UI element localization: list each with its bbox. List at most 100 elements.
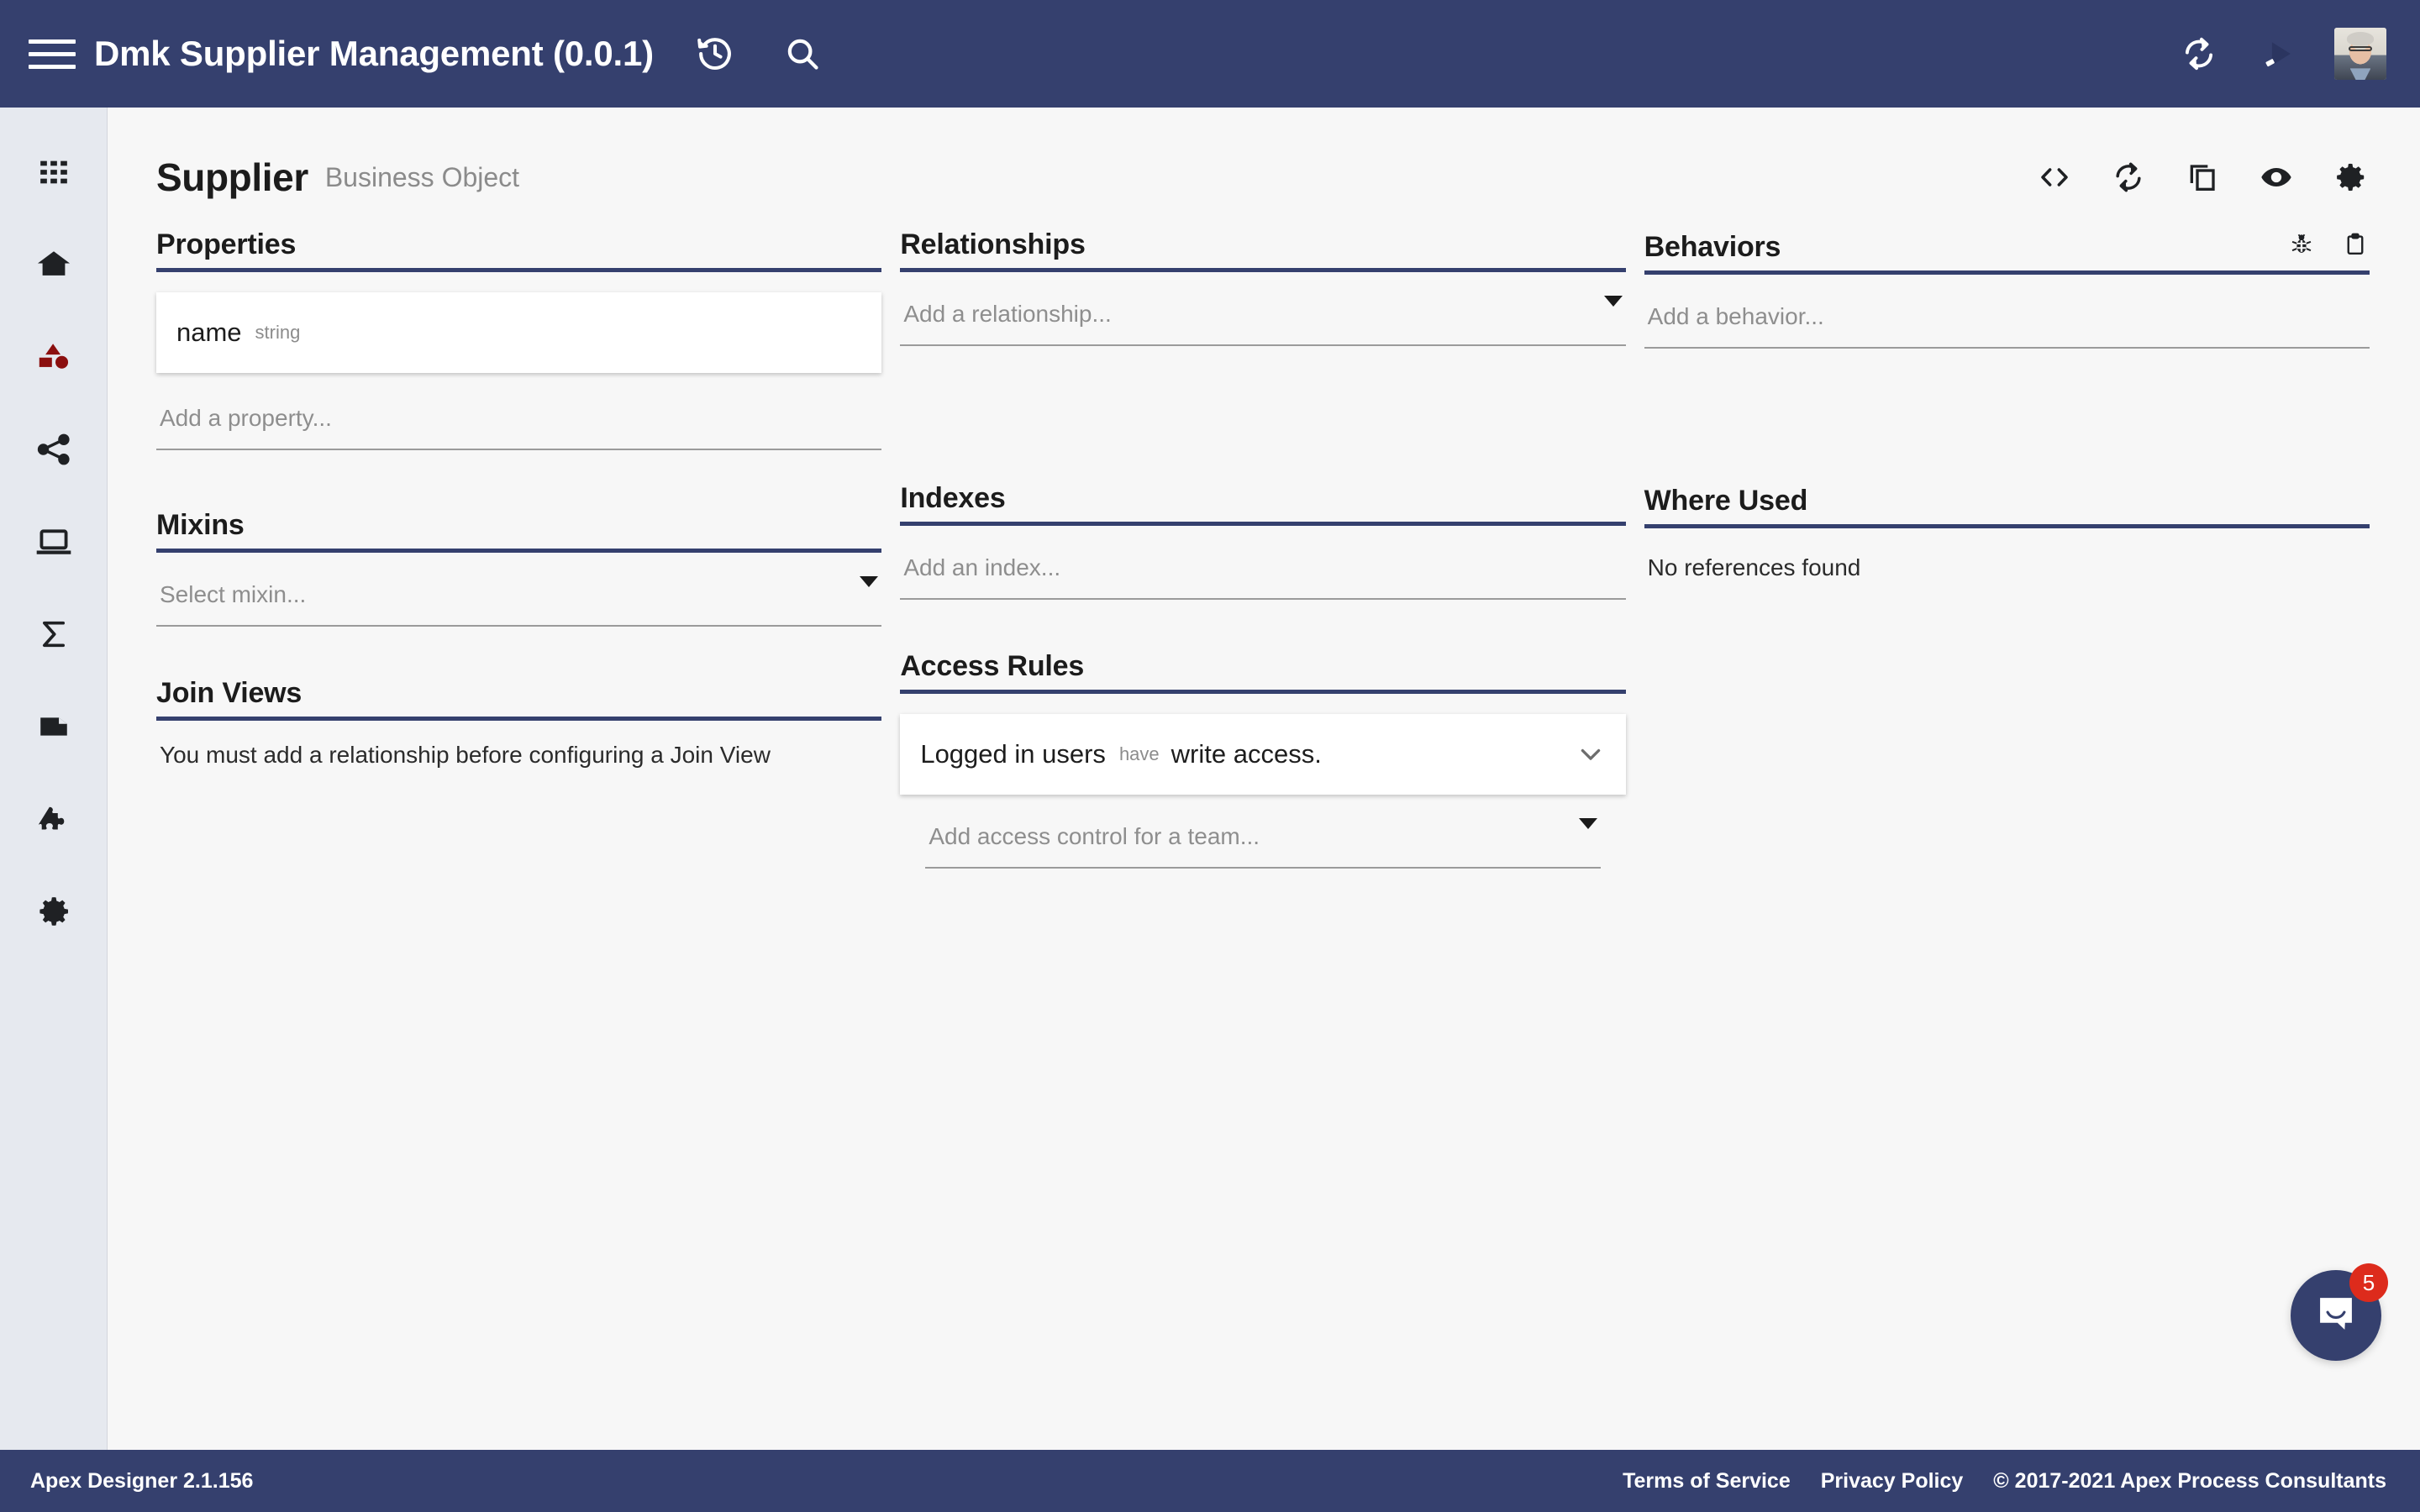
section-title: Join Views (156, 677, 302, 709)
body-row: Supplier Business Object Properties name… (0, 108, 2420, 1450)
add-property-placeholder: Add a property... (160, 405, 332, 431)
apps-grid-icon (37, 155, 71, 189)
relationships-header: Relationships (900, 228, 1625, 268)
chevron-down-icon[interactable] (860, 576, 879, 602)
chevron-down-icon[interactable] (1603, 296, 1623, 322)
add-index-placeholder: Add an index... (903, 554, 1061, 580)
page-header: Supplier Business Object (156, 155, 2370, 200)
property-card[interactable]: name string (156, 292, 882, 373)
sidebar-item-functions[interactable] (24, 608, 84, 660)
sidebar-item-apps[interactable] (24, 146, 84, 198)
add-index-input[interactable]: Add an index... (900, 548, 1626, 600)
section-divider (900, 522, 1626, 526)
behaviors-actions (2287, 228, 2370, 264)
history-icon[interactable] (689, 28, 741, 80)
sidebar-item-home[interactable] (24, 239, 84, 291)
indexes-header: Indexes (900, 482, 1625, 522)
search-icon[interactable] (776, 28, 829, 80)
privacy-policy-link[interactable]: Privacy Policy (1821, 1469, 1964, 1494)
column-left: Properties name string Add a property... (156, 228, 882, 872)
access-rule-predicate: write access. (1171, 739, 1322, 769)
section-divider (1644, 270, 2370, 275)
share-icon (35, 431, 72, 468)
access-rule-subject: Logged in users (920, 739, 1106, 769)
section-divider (900, 690, 1626, 694)
properties-header: Properties (156, 228, 881, 268)
home-icon (35, 246, 72, 283)
join-views-header: Join Views (156, 677, 881, 717)
where-used-empty-text: No references found (1647, 554, 1861, 580)
column-middle: Relationships Add a relationship... Inde… (900, 228, 1626, 872)
where-used-header: Where Used (1644, 485, 2370, 524)
section-title: Relationships (900, 228, 1086, 260)
main-content: Supplier Business Object Properties name… (108, 108, 2420, 1450)
copy-icon[interactable] (2183, 158, 2222, 197)
left-nav-rail (0, 108, 108, 1450)
business-objects-icon (35, 339, 72, 375)
add-relationship-dropdown[interactable]: Add a relationship... (900, 294, 1626, 346)
section-mixins: Mixins Select mixin... (156, 509, 882, 627)
app-root: Dmk Supplier Management (0.0.1) Supplier… (0, 0, 2420, 1512)
section-divider (156, 268, 882, 272)
run-icon[interactable] (2254, 28, 2306, 80)
select-mixin-placeholder: Select mixin... (160, 581, 307, 607)
access-rules-header: Access Rules (900, 650, 1625, 690)
section-divider (156, 717, 882, 721)
section-title: Mixins (156, 509, 245, 541)
behaviors-header: Behaviors (1644, 228, 2370, 270)
page-title: Supplier (156, 155, 308, 199)
page-actions (2035, 158, 2370, 197)
section-title: Behaviors (1644, 231, 1781, 263)
access-rule-verb: have (1118, 743, 1160, 764)
section-properties: Properties name string Add a property... (156, 228, 882, 450)
section-title: Access Rules (900, 650, 1085, 682)
sidebar-item-integrations[interactable] (24, 423, 84, 475)
add-property-input[interactable]: Add a property... (156, 398, 882, 450)
section-join-views: Join Views You must add a relationship b… (156, 677, 882, 786)
section-access-rules: Access Rules Logged in users have write … (900, 650, 1626, 869)
topbar-right-group (2173, 28, 2386, 80)
sidebar-item-plugins[interactable] (24, 793, 84, 845)
terms-of-service-link[interactable]: Terms of Service (1623, 1469, 1791, 1494)
where-used-empty: No references found (1644, 547, 2370, 599)
eye-icon[interactable] (2257, 158, 2296, 197)
avatar-glasses (2348, 46, 2373, 51)
code-icon[interactable] (2035, 158, 2074, 197)
add-behavior-input[interactable]: Add a behavior... (1644, 297, 2370, 349)
section-title: Indexes (900, 482, 1006, 514)
clipboard-icon[interactable] (2341, 228, 2370, 260)
access-rule-card[interactable]: Logged in users have write access. (900, 714, 1626, 795)
chevron-down-icon[interactable] (1578, 818, 1597, 844)
add-access-control-placeholder: Add access control for a team... (929, 823, 1260, 849)
sync-icon[interactable] (2173, 28, 2225, 80)
section-title: Where Used (1644, 485, 1808, 517)
refresh-icon[interactable] (2109, 158, 2148, 197)
chevron-down-icon[interactable] (1576, 739, 1606, 769)
sidebar-item-documents[interactable] (24, 701, 84, 753)
app-title: Dmk Supplier Management (0.0.1) (94, 34, 654, 73)
footer-bar: Apex Designer 2.1.156 Terms of Service P… (0, 1450, 2420, 1512)
section-indexes: Indexes Add an index... (900, 482, 1626, 600)
property-name: name (176, 318, 242, 347)
sidebar-item-settings[interactable] (24, 885, 84, 937)
add-access-control-dropdown[interactable]: Add access control for a team... (925, 816, 1601, 869)
top-app-bar: Dmk Supplier Management (0.0.1) (0, 0, 2420, 108)
section-where-used: Where Used No references found (1644, 485, 2370, 599)
sidebar-item-pages[interactable] (24, 516, 84, 568)
mixins-header: Mixins (156, 509, 881, 549)
sidebar-item-business-objects[interactable] (24, 331, 84, 383)
page-subtitle: Business Object (324, 161, 520, 192)
gear-icon (35, 893, 72, 930)
footer-links: Terms of Service Privacy Policy © 2017-2… (1623, 1469, 2386, 1494)
select-mixin-dropdown[interactable]: Select mixin... (156, 575, 882, 627)
bug-icon[interactable] (2287, 228, 2316, 260)
gear-icon[interactable] (2331, 158, 2370, 197)
chat-bubble-icon (2313, 1291, 2359, 1341)
puzzle-icon (35, 801, 72, 837)
intercom-launcher[interactable]: 5 (2291, 1263, 2388, 1361)
sigma-icon (36, 617, 71, 652)
avatar[interactable] (2334, 28, 2386, 80)
section-divider (900, 268, 1626, 272)
menu-icon[interactable] (29, 30, 76, 77)
section-behaviors: Behaviors Add a behavior... (1644, 228, 2370, 349)
